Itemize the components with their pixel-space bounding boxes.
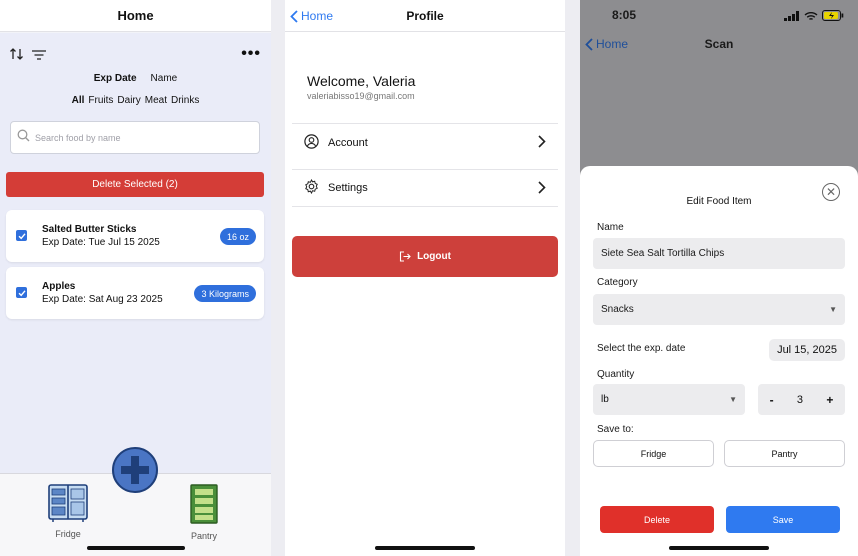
quantity-badge: 16 oz [219,228,256,245]
status-icons [784,10,844,21]
date-picker[interactable]: Jul 15, 2025 [769,339,845,361]
back-button[interactable]: Home [585,37,628,51]
logout-label: Logout [417,251,451,262]
gear-icon [304,178,319,197]
checkmark-icon [18,232,26,239]
category-meat[interactable]: Meat [145,95,167,106]
chevron-left-icon [585,37,593,51]
category-label: Category [597,277,638,288]
item-exp-date: Exp Date: Sat Aug 23 2025 [42,294,163,305]
add-item-button[interactable] [112,447,158,493]
sort-name[interactable]: Name [151,73,178,84]
category-all[interactable]: All [72,95,85,106]
status-time: 8:05 [612,8,637,22]
category-filter: All Fruits Dairy Meat Drinks [0,95,271,106]
home-toolbar [10,47,46,65]
category-dairy[interactable]: Dairy [117,95,140,106]
tab-pantry[interactable]: Pantry [186,484,222,541]
menu-settings-label: Settings [328,182,368,194]
wifi-icon [804,11,818,20]
quantity-stepper: - 3 + [758,384,845,415]
increment-button[interactable]: + [826,393,833,407]
delete-selected-button[interactable]: Delete Selected (2) [6,172,264,197]
category-fruits[interactable]: Fruits [88,95,113,106]
name-field[interactable]: Siete Sea Salt Tortilla Chips [593,238,845,269]
name-label: Name [597,222,624,233]
item-checkbox[interactable] [16,287,27,298]
menu-account-label: Account [328,136,368,149]
checkmark-icon [18,289,26,296]
menu-item-settings[interactable]: Settings [292,169,558,207]
sort-icon[interactable] [10,47,24,65]
back-label: Home [596,37,629,51]
signal-icon [784,10,799,21]
sheet-title: Edit Food Item [686,196,752,207]
logout-button[interactable]: Logout [292,236,558,277]
edit-food-sheet: Edit Food Item ✕ Name Siete Sea Salt Tor… [580,166,858,556]
scan-screen: 8:05 Scan Home Edit Food Item ✕ Name Sie… [580,0,858,556]
menu-item-account[interactable]: Account [292,123,558,161]
more-options-icon[interactable]: ••• [241,45,261,63]
search-field[interactable] [10,121,260,154]
food-item-card[interactable]: Salted Butter Sticks Exp Date: Tue Jul 1… [6,210,264,262]
home-screen: Home ••• Exp Date Name All Fruits Dairy … [0,0,271,556]
filter-icon[interactable] [32,47,46,65]
home-indicator [375,546,475,550]
profile-header: Profile Home [285,0,565,32]
item-name: Apples [42,281,76,292]
unit-select[interactable]: lb ▼ [593,384,745,415]
home-content: ••• Exp Date Name All Fruits Dairy Meat … [0,33,271,473]
sort-options: Exp Date Name [0,73,271,84]
item-name: Salted Butter Sticks [42,224,137,235]
tab-fridge[interactable]: Fridge [48,484,88,539]
decrement-button[interactable]: - [770,393,774,407]
quantity-label: Quantity [597,369,635,380]
profile-screen: Profile Home Welcome, Valeria valeriabis… [285,0,565,556]
home-title: Home [117,8,154,23]
unit-value: lb [601,394,609,405]
save-to-label: Save to: [597,424,634,435]
save-to-fridge-button[interactable]: Fridge [593,440,714,467]
chevron-right-icon [538,135,546,148]
tab-fridge-label: Fridge [55,529,81,539]
back-button[interactable]: Home [290,9,333,23]
back-label: Home [301,9,334,23]
name-value: Siete Sea Salt Tortilla Chips [601,248,725,259]
user-email: valeriabisso19@gmail.com [307,91,415,101]
search-icon [17,129,30,147]
chevron-right-icon [538,181,546,194]
tab-pantry-label: Pantry [190,531,217,541]
save-to-pantry-button[interactable]: Pantry [724,440,845,467]
category-value: Snacks [601,304,634,315]
item-exp-date: Exp Date: Tue Jul 15 2025 [42,237,160,248]
food-item-card[interactable]: Apples Exp Date: Sat Aug 23 2025 3 Kilog… [6,267,264,319]
item-checkbox[interactable] [16,230,27,241]
quantity-value: 3 [796,393,804,406]
save-button[interactable]: Save [726,506,840,533]
date-label: Select the exp. date [597,343,686,354]
category-drinks[interactable]: Drinks [171,95,199,106]
caret-down-icon: ▼ [829,305,837,314]
quantity-badge: 3 Kilograms [194,285,256,302]
chevron-left-icon [290,9,298,23]
close-icon[interactable]: ✕ [822,183,840,201]
welcome-text: Welcome, Valeria [307,73,416,89]
user-circle-icon [304,133,319,152]
caret-down-icon: ▼ [729,395,737,404]
home-header: Home [0,0,271,32]
home-indicator [669,546,769,550]
category-select[interactable]: Snacks ▼ [593,294,845,325]
fridge-icon [48,484,88,527]
delete-button[interactable]: Delete [600,506,714,533]
plus-icon [121,456,149,484]
pantry-icon [186,484,222,529]
logout-icon [400,251,411,262]
home-indicator [87,546,185,550]
sort-exp-date[interactable]: Exp Date [94,73,137,84]
search-input[interactable] [35,132,245,143]
battery-icon [822,10,844,21]
